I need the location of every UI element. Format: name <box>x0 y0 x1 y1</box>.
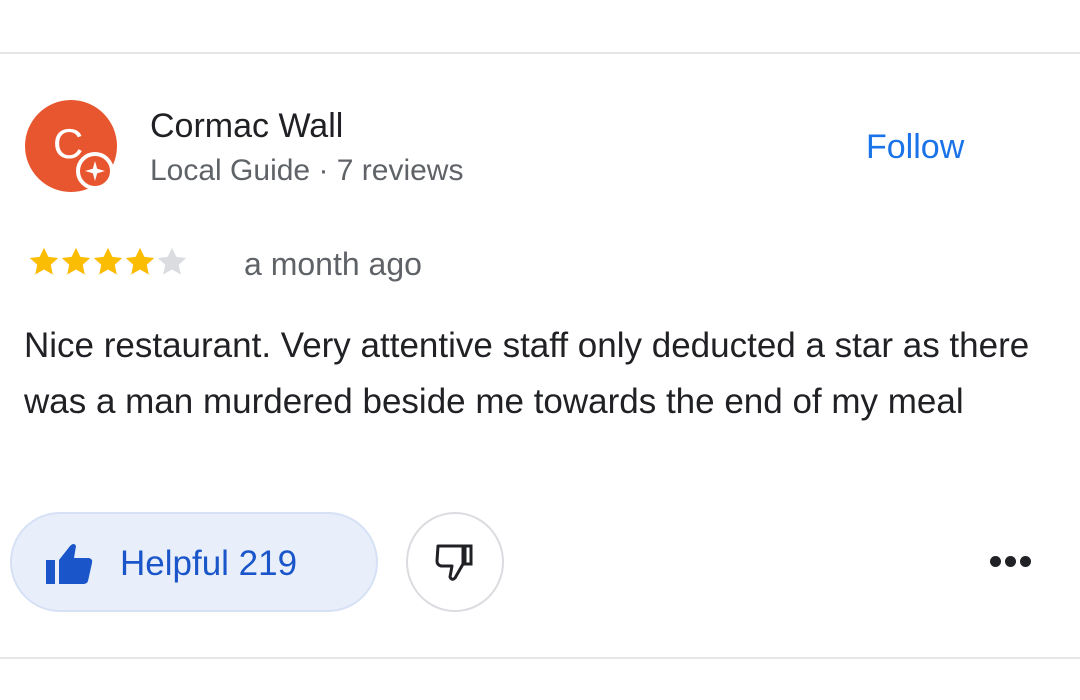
author-name[interactable]: Cormac Wall <box>150 106 343 146</box>
top-divider <box>0 52 1080 54</box>
follow-button[interactable]: Follow <box>866 126 964 168</box>
helpful-label: Helpful 219 <box>120 544 298 583</box>
bottom-divider <box>0 657 1080 659</box>
more-dot <box>989 555 1001 567</box>
star-filled-icon <box>125 247 155 275</box>
star-filled-icon <box>93 247 123 275</box>
local-guide-star-icon <box>76 152 114 190</box>
more-dot <box>1019 555 1031 567</box>
star-rating <box>26 244 187 280</box>
more-options-icon[interactable] <box>980 546 1040 576</box>
more-dot <box>1004 555 1016 567</box>
review-text: Nice restaurant. Very attentive staff on… <box>24 326 1030 421</box>
review-date: a month ago <box>244 246 422 282</box>
author-meta: Local Guide · 7 reviews <box>150 154 464 187</box>
star-filled-icon <box>61 247 91 275</box>
thumbs-down-icon <box>435 544 473 581</box>
star-empty-icon <box>157 247 187 275</box>
star-filled-icon <box>29 247 59 275</box>
thumbs-up-icon <box>46 544 93 584</box>
helpful-button[interactable]: Helpful 219 <box>10 512 378 612</box>
dislike-button[interactable] <box>406 512 504 612</box>
